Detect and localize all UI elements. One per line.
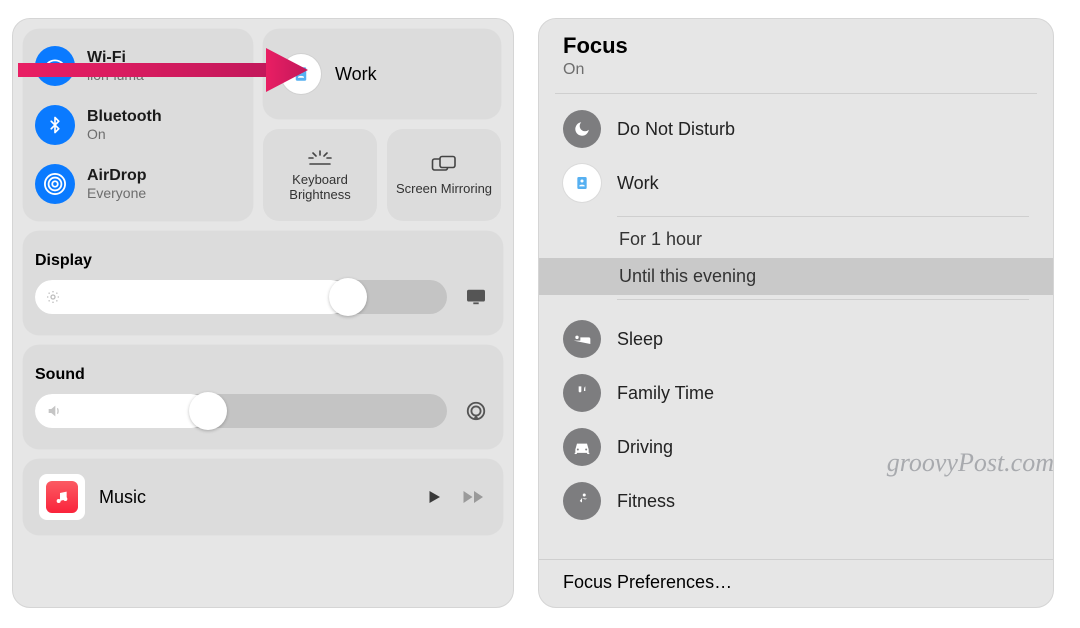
airdrop-icon xyxy=(35,164,75,204)
sound-label: Sound xyxy=(35,366,491,384)
focus-mode-label: Family Time xyxy=(617,383,714,404)
focus-tile[interactable]: Work xyxy=(263,29,501,119)
fork-knife-icon xyxy=(563,374,601,412)
focus-option-evening[interactable]: Until this evening xyxy=(539,258,1053,295)
focus-panel: Focus On Do Not Disturb Work For 1 hour … xyxy=(538,18,1054,608)
screen-mirroring-tile[interactable]: Screen Mirroring xyxy=(387,129,501,221)
focus-mode-label: Sleep xyxy=(617,329,663,350)
car-icon xyxy=(563,428,601,466)
focus-mode-fitness[interactable]: Fitness xyxy=(539,474,1053,528)
focus-mode-label: Work xyxy=(617,173,659,194)
music-app-icon xyxy=(39,474,85,520)
focus-mode-label: Fitness xyxy=(617,491,675,512)
wifi-label: Wi-Fi xyxy=(87,49,144,67)
focus-mode-family[interactable]: Family Time xyxy=(539,366,1053,420)
moon-icon xyxy=(563,110,601,148)
keyboard-brightness-tile[interactable]: Keyboard Brightness xyxy=(263,129,377,221)
next-track-icon[interactable] xyxy=(461,488,487,506)
focus-status: On xyxy=(563,61,1029,79)
sound-slider[interactable] xyxy=(35,394,447,428)
keyboard-brightness-label: Keyboard Brightness xyxy=(263,172,377,202)
music-label: Music xyxy=(99,487,146,508)
running-icon xyxy=(563,482,601,520)
screen-mirroring-label: Screen Mirroring xyxy=(396,181,492,196)
bluetooth-toggle[interactable]: Bluetooth On xyxy=(35,105,241,145)
volume-low-icon xyxy=(45,403,63,419)
brightness-low-icon xyxy=(45,289,61,305)
screen-mirroring-icon xyxy=(431,155,457,175)
bed-icon xyxy=(563,320,601,358)
music-tile[interactable]: Music xyxy=(23,459,503,535)
airdrop-label: AirDrop xyxy=(87,167,147,185)
bluetooth-icon xyxy=(35,105,75,145)
airplay-audio-icon[interactable] xyxy=(461,400,491,422)
focus-mode-dnd[interactable]: Do Not Disturb xyxy=(539,102,1053,156)
focus-preferences-link[interactable]: Focus Preferences… xyxy=(539,559,1053,607)
wifi-icon xyxy=(35,46,75,86)
bluetooth-label: Bluetooth xyxy=(87,108,162,126)
focus-mode-label: Driving xyxy=(617,437,673,458)
focus-title: Focus xyxy=(563,33,1029,59)
display-menu-icon[interactable] xyxy=(461,288,491,306)
wifi-status: lion-luma xyxy=(87,67,144,83)
display-tile: Display xyxy=(23,231,503,335)
focus-mode-work[interactable]: Work xyxy=(539,156,1053,210)
work-badge-icon xyxy=(563,164,601,202)
focus-option-hour[interactable]: For 1 hour xyxy=(539,221,1053,258)
airdrop-toggle[interactable]: AirDrop Everyone xyxy=(35,164,241,204)
display-label: Display xyxy=(35,252,491,270)
focus-mode-sleep[interactable]: Sleep xyxy=(539,312,1053,366)
airdrop-status: Everyone xyxy=(87,185,147,201)
control-center-panel: Wi-Fi lion-luma Bluetooth On AirDrop xyxy=(12,18,514,608)
work-badge-icon xyxy=(281,54,321,94)
keyboard-brightness-icon xyxy=(307,148,333,166)
focus-tile-label: Work xyxy=(335,64,377,85)
play-icon[interactable] xyxy=(425,488,443,506)
display-slider[interactable] xyxy=(35,280,447,314)
wifi-toggle[interactable]: Wi-Fi lion-luma xyxy=(35,46,241,86)
bluetooth-status: On xyxy=(87,126,162,142)
watermark: groovyPost.com xyxy=(887,448,1054,478)
focus-mode-label: Do Not Disturb xyxy=(617,119,735,140)
sound-tile: Sound xyxy=(23,345,503,449)
divider xyxy=(555,93,1037,94)
connectivity-tile: Wi-Fi lion-luma Bluetooth On AirDrop xyxy=(23,29,253,221)
